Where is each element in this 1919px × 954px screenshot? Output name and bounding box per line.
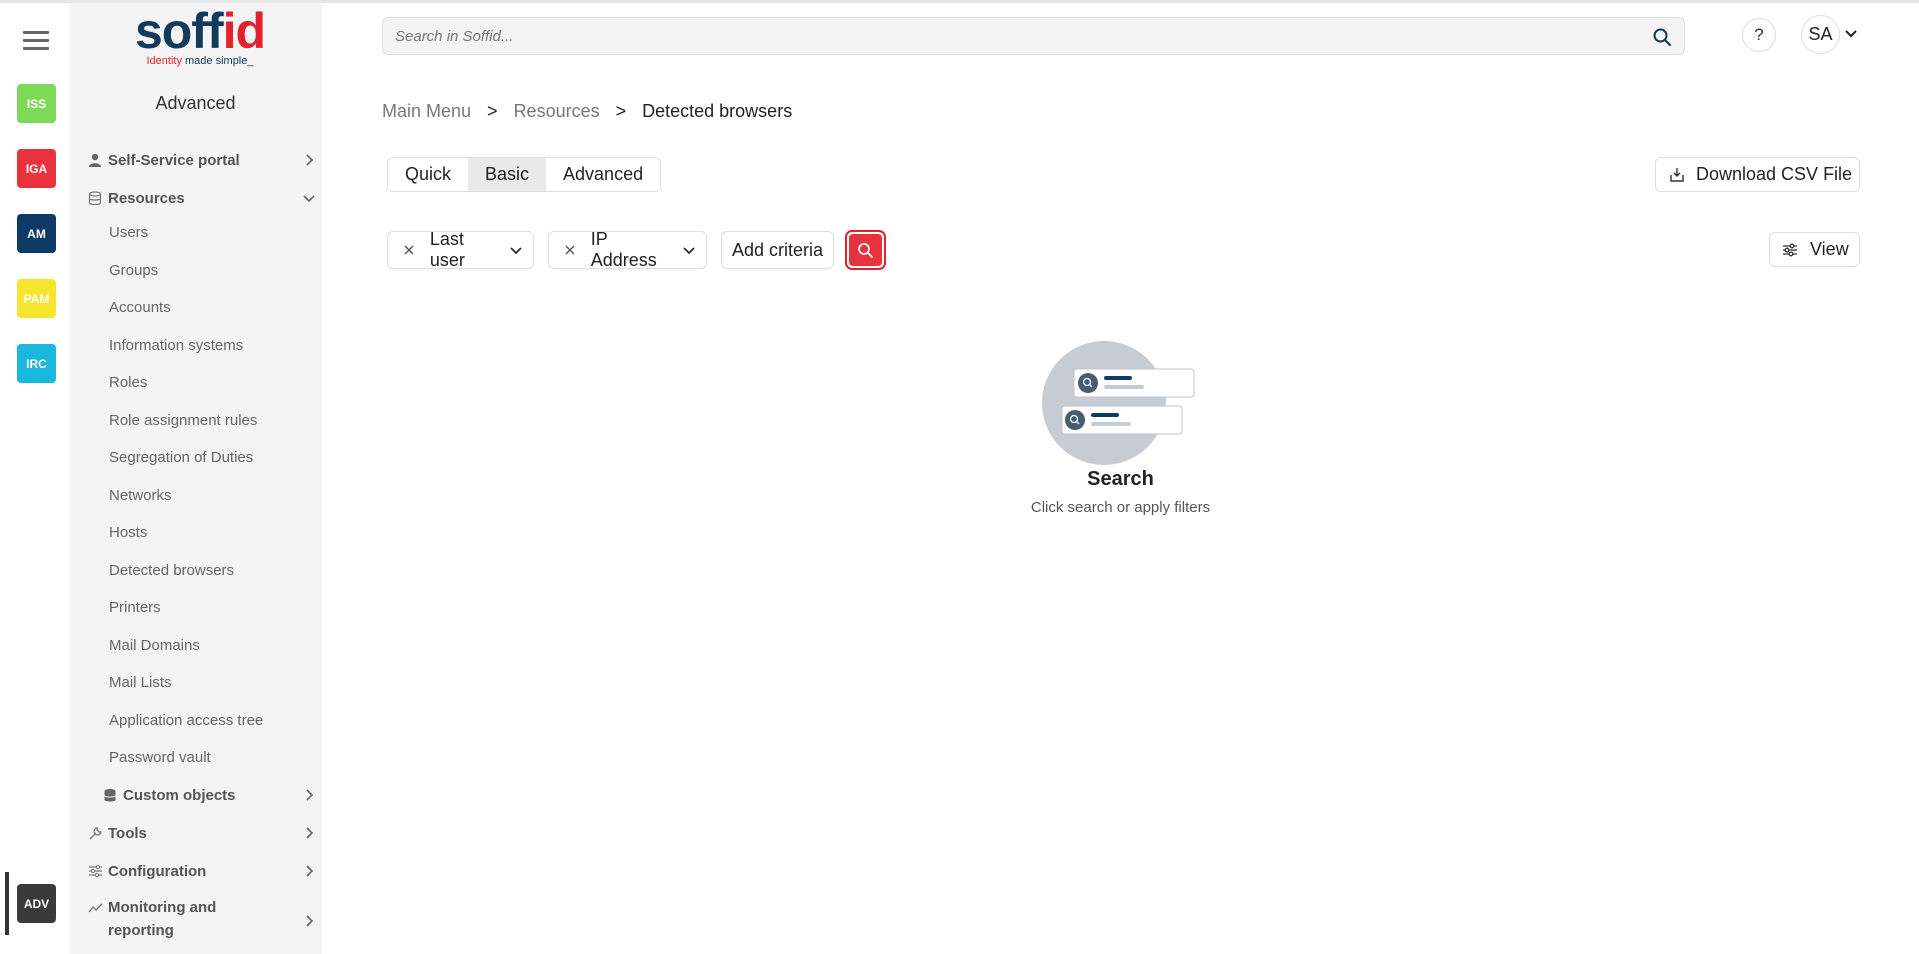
soffid-logo[interactable]: soffid Identity made simple_ xyxy=(125,6,275,71)
chevron-down-icon xyxy=(682,243,696,257)
app-tile-iga[interactable]: IGA xyxy=(17,149,56,188)
filter-chip-label: Last user xyxy=(429,229,465,270)
sidebar-item-information-systems[interactable]: Information systems xyxy=(109,337,243,354)
breadcrumb-separator: > xyxy=(487,101,498,121)
filter-chip-ip-address[interactable]: IP Address xyxy=(548,229,707,270)
chevron-down-icon xyxy=(509,243,523,257)
app-tile-iss[interactable]: ISS xyxy=(17,84,56,123)
global-search-input[interactable] xyxy=(395,18,1635,54)
trend-chart-icon xyxy=(86,899,104,917)
empty-state-subtitle: Click search or apply filters xyxy=(1030,499,1211,516)
sliders-icon xyxy=(1783,243,1797,256)
chevron-right-icon xyxy=(302,864,316,878)
search-icon[interactable] xyxy=(1652,27,1672,47)
chevron-right-icon xyxy=(302,826,316,840)
run-search-button[interactable] xyxy=(845,230,886,270)
filter-chip-last-user[interactable]: Last user xyxy=(387,229,534,270)
chevron-right-icon xyxy=(302,788,316,802)
breadcrumb-separator: > xyxy=(615,101,627,121)
tab-advanced[interactable]: Advanced xyxy=(546,158,661,191)
app-tile-irc[interactable]: IRC xyxy=(17,344,56,383)
chevron-down-icon[interactable] xyxy=(1843,26,1859,42)
logo-tagline-part2: made simple_ xyxy=(181,55,254,67)
global-search-box xyxy=(382,17,1685,55)
sidebar-heading: Advanced xyxy=(155,93,236,113)
database-icon xyxy=(86,189,104,207)
view-label: View xyxy=(1810,239,1849,259)
breadcrumb-main-menu[interactable]: Main Menu xyxy=(382,101,471,122)
download-csv-button[interactable]: Download CSV File xyxy=(1655,157,1860,192)
sidebar-item-password-vault[interactable]: Password vault xyxy=(109,749,211,766)
sidebar-section-label: Self-Service portal xyxy=(108,151,240,169)
user-avatar[interactable]: SA xyxy=(1801,15,1840,54)
sidebar-item-hosts[interactable]: Hosts xyxy=(109,524,147,541)
sidebar-item-detected-browsers[interactable]: Detected browsers xyxy=(109,562,234,579)
chevron-right-icon xyxy=(302,153,316,167)
sidebar-section-monitoring[interactable]: Monitoring and reporting xyxy=(86,896,316,944)
sidebar-item-segregation-of-duties[interactable]: Segregation of Duties xyxy=(109,449,253,466)
sidebar-section-self-service[interactable]: Self-Service portal xyxy=(86,147,316,173)
logo-word-part2: id xyxy=(222,3,266,59)
view-button[interactable]: View xyxy=(1769,232,1860,267)
wrench-icon xyxy=(86,824,104,842)
breadcrumb: Main Menu > Resources > Detected browser… xyxy=(382,101,792,122)
person-icon xyxy=(86,151,104,169)
sidebar-section-tools[interactable]: Tools xyxy=(86,820,316,846)
sidebar-section-label: Custom objects xyxy=(123,786,236,804)
sidebar-section-resources[interactable]: Resources xyxy=(86,185,316,211)
help-button[interactable]: ? xyxy=(1742,18,1776,52)
sidebar-item-roles[interactable]: Roles xyxy=(109,374,147,391)
hamburger-menu-icon[interactable] xyxy=(23,31,49,51)
add-criteria-button[interactable]: Add criteria xyxy=(721,231,834,269)
sidebar-section-label: Resources xyxy=(108,189,185,207)
logo-word-part1: soff xyxy=(134,3,224,59)
sidebar-section-configuration[interactable]: Configuration xyxy=(86,858,316,884)
search-mode-tabs: Quick Basic Advanced xyxy=(387,157,662,192)
breadcrumb-resources[interactable]: Resources xyxy=(514,101,600,122)
sidebar-section-custom-objects[interactable]: Custom objects xyxy=(101,782,316,808)
sidebar-section-label: Monitoring and reporting xyxy=(108,899,217,939)
empty-search-illustration xyxy=(1040,339,1196,467)
sidebar-item-role-assignment-rules[interactable]: Role assignment rules xyxy=(109,412,257,429)
sidebar-section-label: Tools xyxy=(108,824,147,842)
chevron-right-icon xyxy=(302,914,316,928)
breadcrumb-current: Detected browsers xyxy=(642,101,793,121)
empty-state-title: Search xyxy=(1087,468,1154,490)
sliders-icon xyxy=(86,862,104,880)
app-tile-am[interactable]: AM xyxy=(17,214,56,253)
search-icon xyxy=(858,242,873,258)
tab-basic[interactable]: Basic xyxy=(468,158,547,191)
close-icon[interactable] xyxy=(563,244,577,256)
close-icon[interactable] xyxy=(402,244,416,256)
sidebar-section-label: Configuration xyxy=(108,862,207,880)
database-icon xyxy=(101,786,119,804)
app-tile-pam[interactable]: PAM xyxy=(17,279,56,318)
sidebar-item-printers[interactable]: Printers xyxy=(109,599,161,616)
sidebar-item-application-access-tree[interactable]: Application access tree xyxy=(109,712,263,729)
tab-quick[interactable]: Quick xyxy=(388,158,469,191)
sidebar-item-groups[interactable]: Groups xyxy=(109,262,158,279)
sidebar-item-accounts[interactable]: Accounts xyxy=(109,299,171,316)
sidebar-item-mail-domains[interactable]: Mail Domains xyxy=(109,637,200,654)
sidebar-item-mail-lists[interactable]: Mail Lists xyxy=(109,674,172,691)
chevron-down-icon xyxy=(302,191,316,205)
filter-chip-label: IP Address xyxy=(590,229,657,270)
app-tile-adv[interactable]: ADV xyxy=(5,872,56,935)
sidebar-item-users[interactable]: Users xyxy=(109,224,148,241)
download-csv-label: Download CSV File xyxy=(1696,164,1853,184)
logo-tagline-part1: Identity xyxy=(146,55,182,67)
download-icon xyxy=(1670,167,1684,182)
